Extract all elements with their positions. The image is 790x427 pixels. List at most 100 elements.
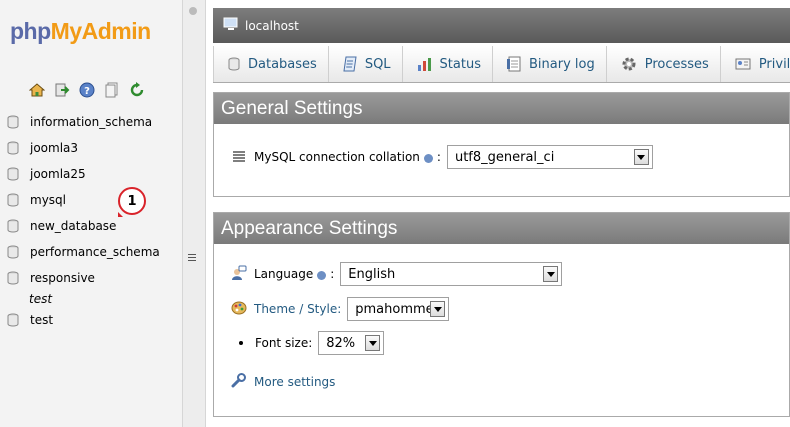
database-icon <box>7 219 19 233</box>
docs-icon[interactable] <box>103 81 120 98</box>
tab-label: Status <box>439 56 481 72</box>
general-settings-panel: General Settings MySQL connection collat… <box>213 92 790 197</box>
main-content: localhost Databases SQL Status Binary lo… <box>213 0 790 427</box>
help-icon[interactable] <box>317 270 327 280</box>
database-icon <box>7 193 19 207</box>
font-size-select[interactable]: 82% <box>318 331 385 355</box>
svg-text:?: ? <box>84 86 90 97</box>
database-icon <box>7 271 19 285</box>
collation-select[interactable]: utf8_general_ci <box>446 145 653 169</box>
tab-status[interactable]: Status <box>403 46 493 82</box>
language-row: Language : English <box>231 262 563 286</box>
collation-label: MySQL connection collation <box>254 150 420 164</box>
database-item-responsive[interactable]: responsive <box>0 265 182 291</box>
more-settings-link[interactable]: More settings <box>254 375 335 389</box>
database-icon <box>7 313 19 327</box>
language-label: Language <box>254 267 314 281</box>
database-label: information_schema <box>30 115 153 129</box>
database-item-test[interactable]: test <box>0 307 182 333</box>
database-label: performance_schema <box>30 245 160 259</box>
server-breadcrumb: localhost <box>213 8 790 43</box>
list-icon <box>233 150 245 165</box>
theme-value: pmahomme <box>355 301 434 317</box>
tab-processes[interactable]: Processes <box>607 46 721 82</box>
annotation-marker: 1 <box>118 187 146 215</box>
navigation-sidebar: phpMyAdmin ? information_schema joomla3 <box>0 0 182 427</box>
colon-separator: : <box>330 267 335 281</box>
collation-row: MySQL connection collation : utf8_genera… <box>233 145 653 169</box>
tab-databases[interactable]: Databases <box>213 46 329 82</box>
database-item-joomla3[interactable]: joomla3 <box>0 135 182 161</box>
tab-binary-log[interactable]: Binary log <box>493 46 607 82</box>
language-select[interactable]: English <box>340 262 563 286</box>
theme-row: Theme / Style: pmahomme <box>231 297 450 321</box>
help-icon[interactable] <box>423 153 433 163</box>
tab-sql[interactable]: SQL <box>329 46 403 82</box>
database-icon <box>7 115 19 129</box>
database-list: information_schema joomla3 joomla25 mysq… <box>0 109 182 333</box>
quick-links: ? <box>28 81 145 98</box>
processes-icon <box>621 56 637 72</box>
theme-link[interactable]: Theme / Style: <box>254 302 341 316</box>
database-label: test <box>30 313 54 327</box>
chevron-down-icon <box>543 266 559 282</box>
database-item-mysql[interactable]: mysql <box>0 187 182 213</box>
logo-myadmin-text: MyAdmin <box>50 18 152 44</box>
database-icon <box>7 141 19 155</box>
server-icon <box>223 16 239 35</box>
font-size-row: Font size: 82% <box>239 331 385 355</box>
database-icon <box>228 57 240 71</box>
colon-separator: : <box>436 150 441 164</box>
database-item-information-schema[interactable]: information_schema <box>0 109 182 135</box>
resize-handle-icon[interactable] <box>188 254 196 264</box>
tab-label: Binary log <box>528 56 595 72</box>
font-size-value: 82% <box>326 335 356 351</box>
home-icon[interactable] <box>28 81 45 98</box>
database-label: joomla3 <box>30 141 79 155</box>
tab-privileges[interactable]: Privile <box>721 46 790 82</box>
appearance-settings-title: Appearance Settings <box>214 213 789 244</box>
bullet-icon <box>239 341 243 345</box>
database-label: mysql <box>30 193 66 207</box>
language-icon <box>231 265 247 284</box>
database-label: responsive <box>30 271 95 285</box>
help-icon[interactable]: ? <box>78 81 95 98</box>
more-settings-row: More settings <box>231 373 335 391</box>
font-size-label: Font size: <box>255 336 313 350</box>
database-item-new-database[interactable]: new_database <box>0 213 182 239</box>
language-value: English <box>348 266 396 282</box>
binary-log-icon <box>506 56 521 72</box>
chevron-down-icon <box>633 149 649 165</box>
database-label: new_database <box>30 219 117 233</box>
reload-icon[interactable] <box>128 81 145 98</box>
database-label: joomla25 <box>30 167 86 181</box>
annotation-tail <box>118 212 123 217</box>
tab-label: Databases <box>248 56 317 72</box>
theme-select[interactable]: pmahomme <box>347 297 450 321</box>
server-tabs: Databases SQL Status Binary log Processe… <box>213 46 790 83</box>
sql-icon <box>343 56 357 72</box>
logo-php-text: php <box>10 18 51 44</box>
sidebar-resize-divider[interactable] <box>182 0 206 427</box>
tab-label: SQL <box>364 56 391 72</box>
chevron-down-icon <box>430 301 446 317</box>
pin-icon <box>189 7 197 15</box>
appearance-settings-panel: Appearance Settings Language : English T… <box>213 212 790 417</box>
logout-icon[interactable] <box>53 81 70 98</box>
database-item-joomla25[interactable]: joomla25 <box>0 161 182 187</box>
database-sub-item-test[interactable]: test <box>0 291 182 307</box>
database-icon <box>7 167 19 181</box>
collation-value: utf8_general_ci <box>454 149 555 165</box>
wrench-icon <box>231 373 246 391</box>
tab-label: Privile <box>758 56 790 72</box>
database-icon <box>7 245 19 259</box>
server-name-link[interactable]: localhost <box>245 19 299 33</box>
palette-icon <box>231 301 247 318</box>
tab-label: Processes <box>644 56 709 72</box>
chevron-down-icon <box>365 335 381 351</box>
privileges-icon <box>735 58 751 70</box>
general-settings-title: General Settings <box>214 93 789 124</box>
database-item-performance-schema[interactable]: performance_schema <box>0 239 182 265</box>
status-icon <box>417 57 432 72</box>
phpmyadmin-logo[interactable]: phpMyAdmin <box>10 18 151 45</box>
